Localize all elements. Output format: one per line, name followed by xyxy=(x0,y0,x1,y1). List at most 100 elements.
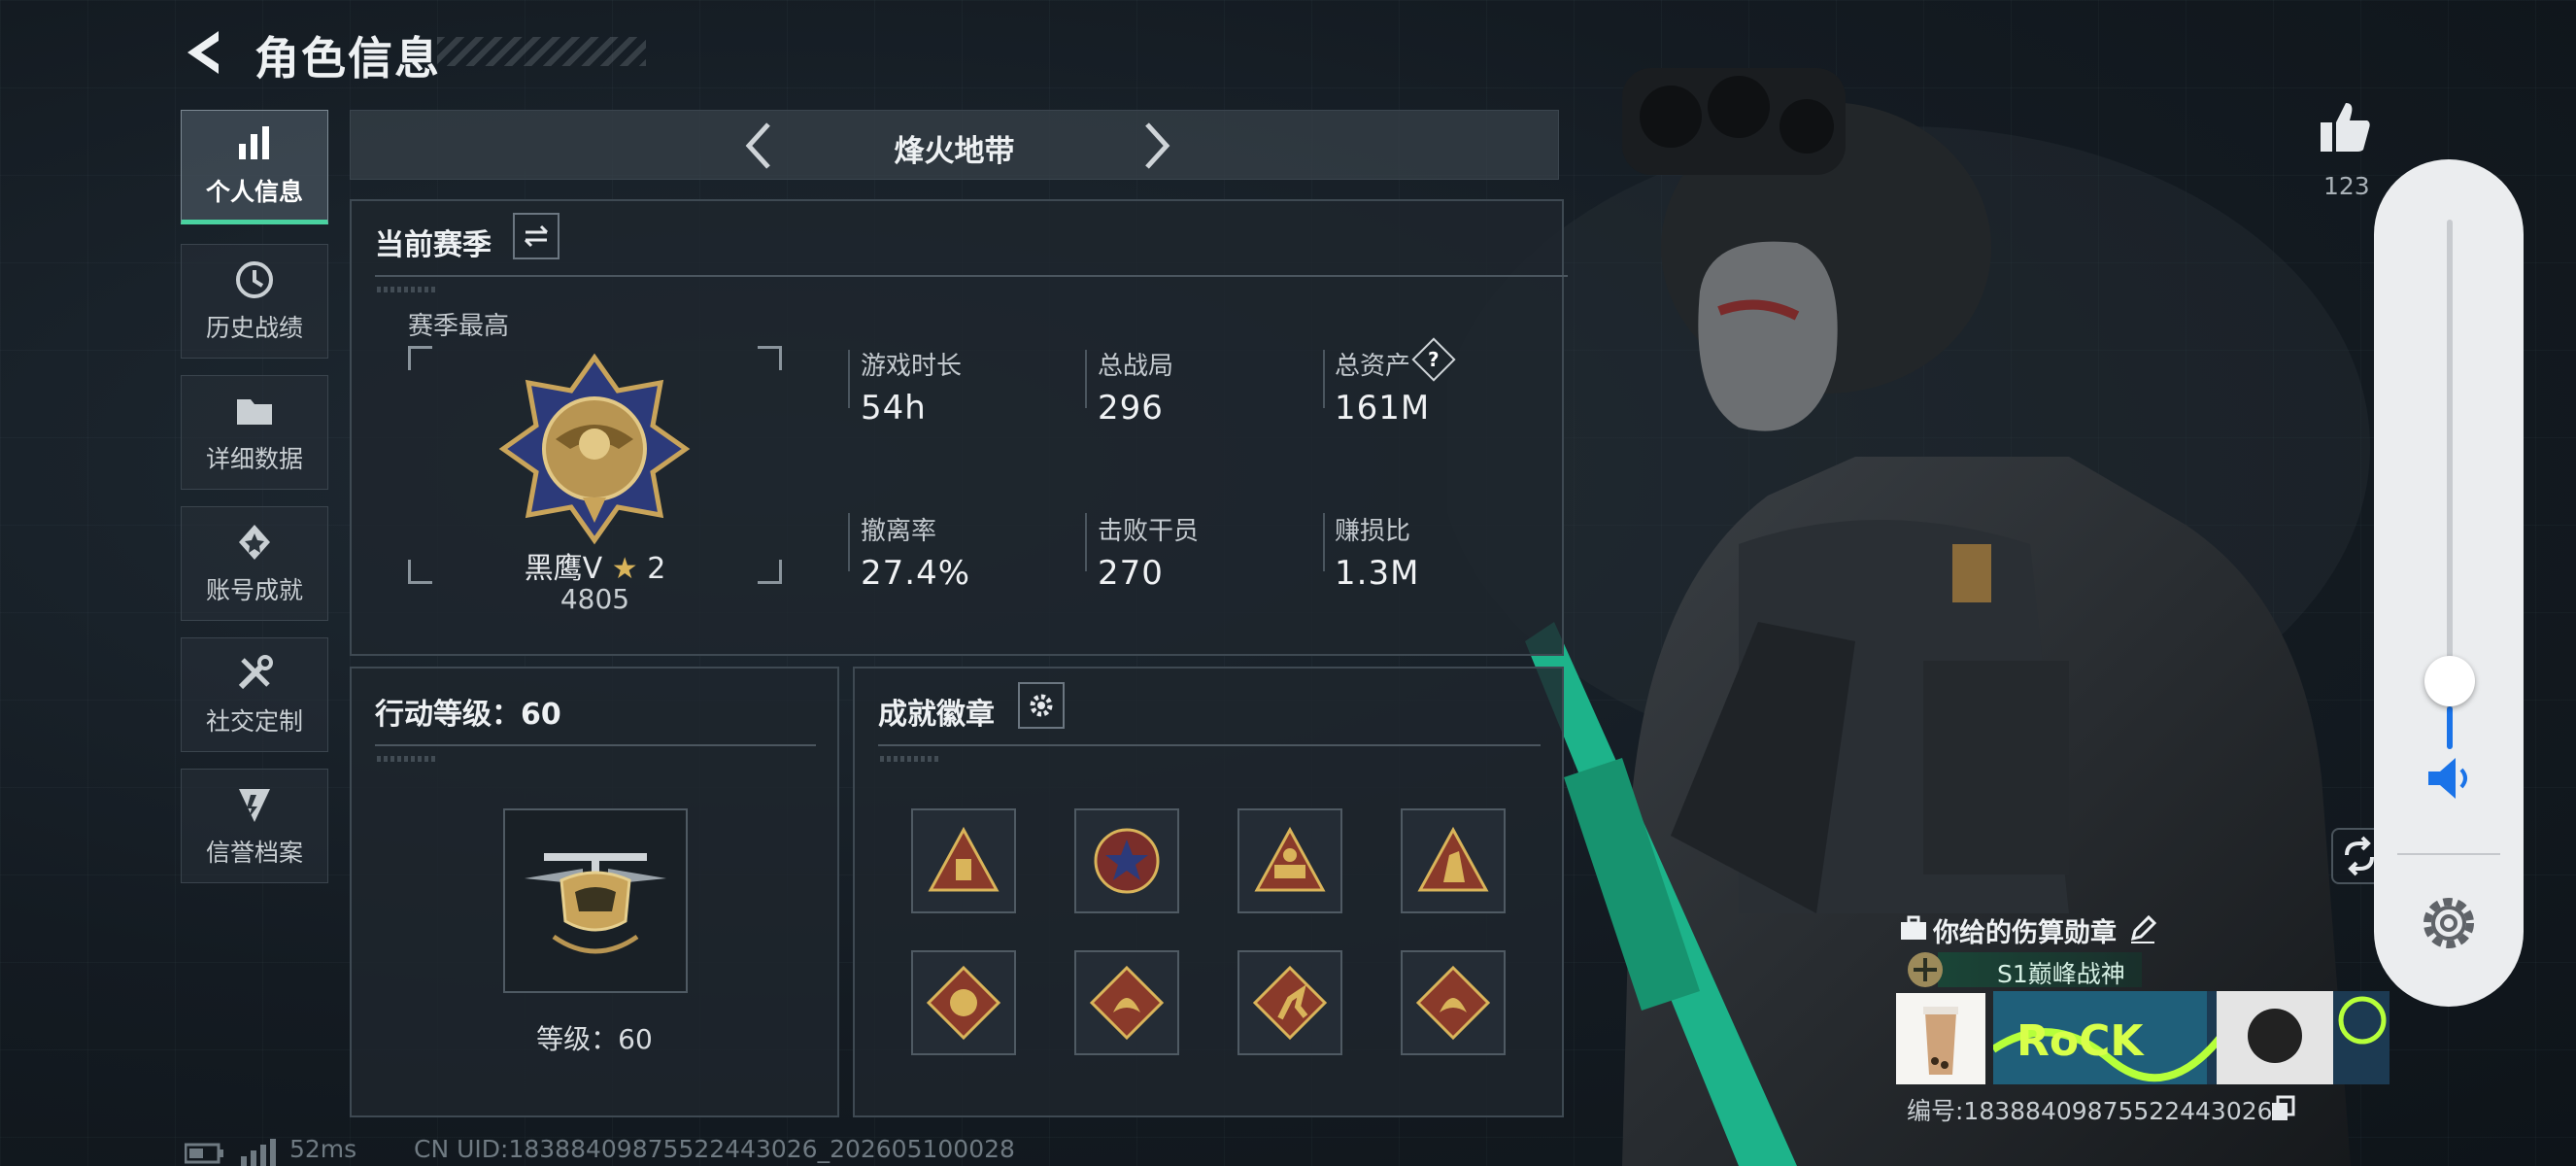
sidebar-item-detail-data[interactable]: 详细数据 xyxy=(181,375,328,490)
mode-name: 烽火地带 xyxy=(894,134,1015,169)
stat-divider xyxy=(1323,513,1325,571)
rank-emblem-icon xyxy=(498,353,691,545)
stat-divider xyxy=(848,513,850,571)
sidebar-item-label: 社交定制 xyxy=(205,707,303,736)
sidebar-item-label: 信誉档案 xyxy=(205,839,303,867)
volume-slider-fill xyxy=(2447,706,2453,749)
badge-item[interactable] xyxy=(1401,950,1506,1055)
divider xyxy=(375,744,816,746)
badge-item[interactable] xyxy=(1237,950,1342,1055)
sidebar-item-history[interactable]: 历史战绩 xyxy=(181,244,328,359)
volume-slider-knob[interactable] xyxy=(2424,656,2475,706)
sidebar-item-label: 历史战绩 xyxy=(205,314,303,342)
volume-panel xyxy=(2374,159,2524,1007)
mode-switcher: 烽火地带 xyxy=(350,110,1559,180)
rank-name: 黑鹰Ⅴ xyxy=(524,552,603,586)
medal-card-title: 你给的伤算勋章 xyxy=(1933,918,2117,948)
season-best-label: 赛季最高 xyxy=(408,312,510,341)
latency-text: 52ms xyxy=(289,1135,357,1163)
badge-beast-icon xyxy=(926,965,1001,1041)
medal-id: 编号:18388409875522443026 xyxy=(1907,1097,2273,1125)
rank-display: 黑鹰Ⅴ ★ 2 xyxy=(408,346,782,587)
uid-text: CN UID:18388409875522443026_202605100028 xyxy=(414,1135,1015,1163)
badge-item[interactable] xyxy=(1237,808,1342,913)
section-title: 当前赛季 xyxy=(375,228,491,262)
bar-chart-icon xyxy=(239,126,269,159)
gear-icon xyxy=(1030,694,1053,717)
gear-icon[interactable] xyxy=(2416,890,2482,956)
rank-name-row: 黑鹰Ⅴ ★ 2 xyxy=(408,544,782,587)
help-icon: ? xyxy=(1428,347,1440,371)
divider xyxy=(878,744,1541,746)
stat-value-profit-ratio: 1.3M xyxy=(1335,554,1420,593)
section-title: 成就徽章 xyxy=(878,698,995,732)
page-title: 角色信息 xyxy=(254,32,441,85)
swap-icon xyxy=(524,224,549,248)
frame-corner xyxy=(408,346,432,370)
signal-icon xyxy=(241,1139,276,1166)
banner-text: RoCK xyxy=(2017,1016,2145,1066)
badge-runner-icon xyxy=(1252,965,1328,1041)
tag-emblem-icon xyxy=(1908,952,1943,987)
stat-value-total-matches: 296 xyxy=(1098,389,1164,428)
tools-icon xyxy=(238,655,273,690)
helicopter-emblem-icon xyxy=(525,853,666,954)
season-switch-button[interactable] xyxy=(513,213,559,259)
like-count: 123 xyxy=(2323,172,2370,200)
action-level-panel: 行动等级：60 等级：60 xyxy=(350,667,839,1117)
stat-divider xyxy=(1323,350,1325,408)
badge-soldier-icon xyxy=(1417,826,1489,892)
sidebar-item-label: 详细数据 xyxy=(205,445,303,473)
sidebar-item-label: 账号成就 xyxy=(205,576,303,604)
stat-value-play-time: 54h xyxy=(861,389,927,428)
stat-value-total-assets: 161M xyxy=(1335,389,1431,428)
decoration xyxy=(377,756,435,762)
sidebar-item-reputation[interactable]: 信誉档案 xyxy=(181,769,328,883)
medal-photo[interactable] xyxy=(1896,993,1985,1084)
title-decoration xyxy=(437,37,646,66)
sidebar-item-label: 个人信息 xyxy=(205,178,303,206)
divider xyxy=(375,275,1568,277)
achievement-icon xyxy=(239,525,270,560)
volume-divider xyxy=(2397,853,2500,855)
medal-tag-text: S1巅峰战神 xyxy=(1997,960,2125,988)
badge-star-icon xyxy=(1094,828,1160,894)
badge-dragon2-icon xyxy=(1415,965,1491,1041)
badge-item[interactable] xyxy=(911,950,1016,1055)
shield-icon xyxy=(239,789,270,822)
back-arrow-icon[interactable] xyxy=(180,27,228,78)
stat-divider xyxy=(848,350,850,408)
badge-item[interactable] xyxy=(1401,808,1506,913)
frame-corner xyxy=(758,346,782,370)
next-mode-arrow-icon[interactable] xyxy=(1137,119,1176,173)
stat-divider xyxy=(1085,350,1087,408)
thumbs-up-icon[interactable] xyxy=(2317,99,2373,155)
stat-value-extract-rate: 27.4% xyxy=(861,554,971,593)
sidebar-item-personal-info[interactable]: 个人信息 xyxy=(181,110,328,224)
drink-cup-icon xyxy=(1923,1007,1958,1075)
badge-camp-icon xyxy=(1254,826,1326,892)
stat-value-kills: 270 xyxy=(1098,554,1164,593)
stat-divider xyxy=(1085,513,1087,571)
badge-item[interactable] xyxy=(911,808,1016,913)
decoration xyxy=(880,756,938,762)
sidebar-item-achievements[interactable]: 账号成就 xyxy=(181,506,328,621)
history-icon xyxy=(236,261,273,298)
badge-item[interactable] xyxy=(1074,808,1179,913)
star-icon: ★ xyxy=(611,552,638,586)
badge-item[interactable] xyxy=(1074,950,1179,1055)
badge-dragon-icon xyxy=(1089,965,1165,1041)
badge-settings-button[interactable] xyxy=(1018,682,1065,729)
medal-banner-image[interactable]: RoCK xyxy=(1993,991,2390,1084)
stat-label-kills: 击败干员 xyxy=(1098,517,1200,546)
badge-bag-icon xyxy=(928,826,1000,892)
copy-icon[interactable] xyxy=(2270,1095,2295,1122)
rank-stars: 2 xyxy=(647,552,666,586)
edit-pencil-icon[interactable] xyxy=(2127,913,2158,944)
achievement-badges-panel: 成就徽章 xyxy=(853,667,1564,1117)
speaker-icon[interactable] xyxy=(2421,750,2477,806)
stat-label-total-matches: 总战局 xyxy=(1098,352,1174,381)
battery-icon xyxy=(185,1143,223,1164)
sidebar-item-social[interactable]: 社交定制 xyxy=(181,637,328,752)
stat-label-profit-ratio: 赚损比 xyxy=(1335,517,1411,546)
